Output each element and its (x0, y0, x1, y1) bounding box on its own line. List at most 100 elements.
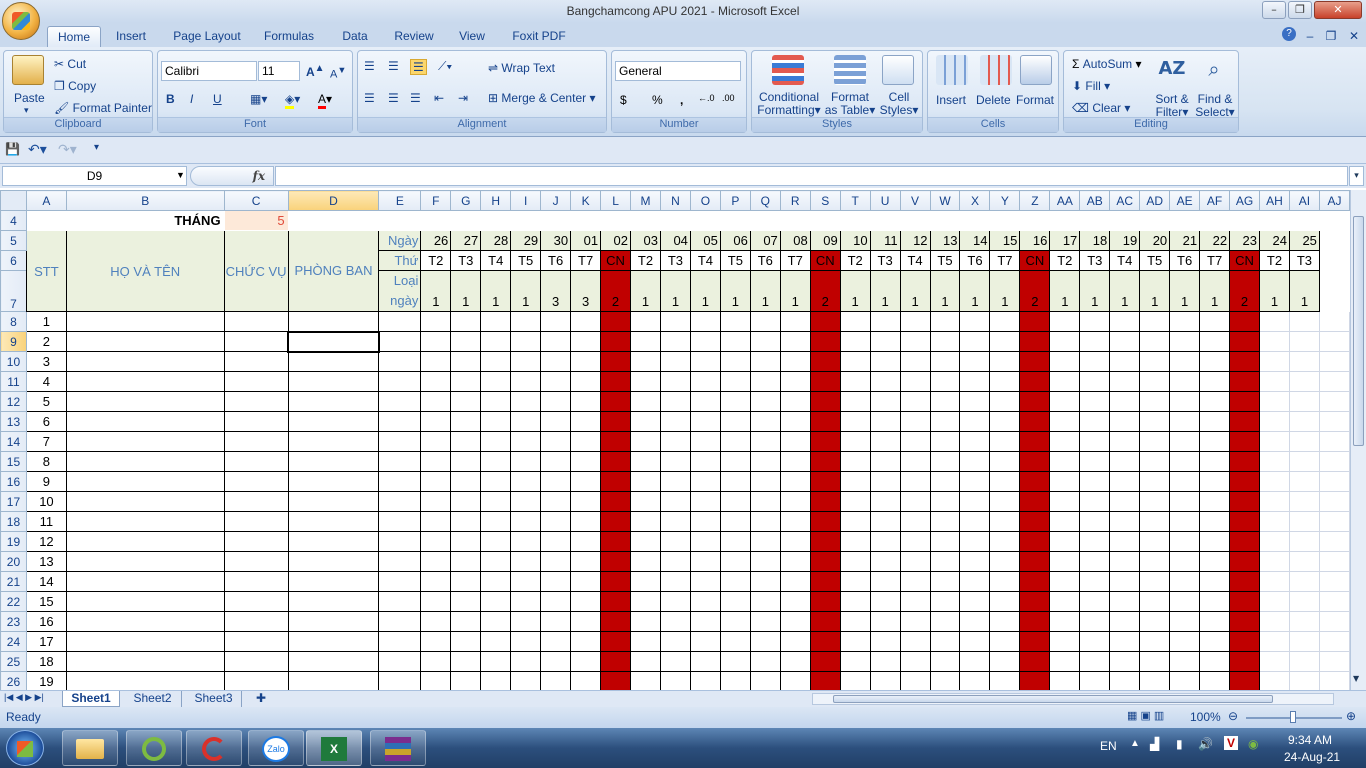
position-cell[interactable] (223, 551, 289, 572)
cell[interactable] (378, 491, 422, 512)
attendance-cell[interactable] (779, 611, 811, 632)
attendance-cell[interactable] (630, 331, 661, 352)
language-indicator[interactable]: EN (1100, 739, 1117, 753)
attendance-cell[interactable] (510, 491, 542, 512)
attendance-cell[interactable] (1199, 431, 1231, 452)
tab-foxit-pdf[interactable]: Foxit PDF (506, 26, 572, 47)
attendance-cell[interactable] (1169, 551, 1201, 572)
department-cell[interactable] (287, 311, 380, 332)
column-header-z[interactable]: Z (1019, 190, 1051, 211)
attendance-cell[interactable] (839, 411, 871, 432)
attendance-cell[interactable] (480, 651, 512, 672)
attendance-cell[interactable] (450, 351, 482, 372)
attendance-cell[interactable] (1229, 651, 1261, 672)
cell[interactable] (1288, 210, 1320, 231)
cell[interactable] (378, 311, 422, 332)
attendance-cell[interactable] (1199, 651, 1231, 672)
column-header-u[interactable]: U (869, 190, 901, 211)
weekday-label[interactable]: T4 (480, 250, 512, 271)
cell[interactable] (378, 331, 422, 352)
cell[interactable] (378, 611, 422, 632)
attendance-cell[interactable] (989, 411, 1021, 432)
attendance-cell[interactable] (480, 371, 512, 392)
attendance-cell[interactable] (1288, 391, 1320, 412)
attendance-cell[interactable] (989, 651, 1021, 672)
attendance-cell[interactable] (1049, 431, 1081, 452)
column-header-ah[interactable]: AH (1259, 190, 1290, 211)
comma-button[interactable]: , (680, 93, 683, 107)
header-weekday[interactable]: Thứ (378, 250, 422, 271)
attendance-cell[interactable] (480, 411, 512, 432)
attendance-cell[interactable] (1229, 611, 1261, 632)
attendance-cell[interactable] (420, 371, 452, 392)
attendance-cell[interactable] (1049, 511, 1081, 532)
row-header[interactable]: 22 (0, 591, 27, 612)
attendance-cell[interactable] (480, 491, 512, 512)
attendance-cell[interactable] (540, 431, 572, 452)
day-type-value[interactable]: 1 (1139, 270, 1171, 312)
position-cell[interactable] (223, 411, 289, 432)
paste-dropdown-icon[interactable]: ▾ (24, 105, 29, 116)
attendance-cell[interactable] (1139, 511, 1171, 532)
attendance-cell[interactable] (510, 451, 542, 472)
attendance-cell[interactable] (1139, 551, 1171, 572)
name-cell[interactable] (65, 671, 225, 690)
ribbon-restore-button[interactable]: ❐ (1324, 26, 1338, 47)
attendance-cell[interactable] (540, 511, 572, 532)
attendance-cell[interactable] (450, 391, 482, 412)
cell[interactable] (929, 210, 961, 231)
attendance-cell[interactable] (959, 351, 991, 372)
attendance-cell[interactable] (420, 531, 452, 552)
cell[interactable] (1318, 210, 1350, 231)
position-cell[interactable] (223, 371, 289, 392)
column-header-k[interactable]: K (570, 190, 602, 211)
attendance-cell[interactable] (929, 491, 961, 512)
attendance-cell[interactable] (899, 471, 931, 492)
attendance-cell[interactable] (929, 351, 961, 372)
attendance-cell[interactable] (869, 591, 901, 612)
attendance-cell[interactable] (1139, 451, 1171, 472)
attendance-cell[interactable] (899, 631, 931, 652)
attendance-cell[interactable] (1199, 531, 1231, 552)
minimize-button[interactable]: – (1262, 1, 1286, 19)
attendance-cell[interactable] (659, 671, 691, 690)
day-type-value[interactable]: 2 (1229, 270, 1261, 312)
attendance-cell[interactable] (689, 671, 721, 690)
day-type-value[interactable]: 1 (450, 270, 482, 312)
attendance-cell[interactable] (1169, 631, 1201, 652)
taskbar-zalo[interactable]: Zalo (248, 730, 304, 766)
column-header-m[interactable]: M (630, 190, 661, 211)
attendance-cell[interactable] (570, 411, 602, 432)
attendance-cell[interactable] (1169, 611, 1201, 632)
department-cell[interactable] (287, 411, 380, 432)
attendance-cell[interactable] (1049, 391, 1081, 412)
maximize-button[interactable]: ❐ (1288, 1, 1312, 19)
day-number[interactable]: 15 (989, 230, 1021, 251)
attendance-cell[interactable] (1199, 331, 1231, 352)
attendance-cell[interactable] (1139, 371, 1171, 392)
attendance-cell[interactable] (839, 591, 871, 612)
attendance-cell[interactable] (1109, 571, 1141, 592)
align-bottom-icon[interactable]: ☰ (410, 59, 427, 75)
attendance-cell[interactable] (1139, 471, 1171, 492)
cell[interactable] (1318, 491, 1350, 512)
attendance-cell[interactable] (1019, 391, 1051, 412)
row-header[interactable]: 5 (0, 230, 27, 251)
day-type-value[interactable]: 2 (1019, 270, 1051, 312)
row-header[interactable]: 7 (0, 270, 27, 312)
attendance-cell[interactable] (929, 451, 961, 472)
column-header-o[interactable]: O (689, 190, 721, 211)
insert-function-button[interactable]: fx (190, 166, 274, 186)
day-type-value[interactable]: 1 (420, 270, 452, 312)
attendance-cell[interactable] (1259, 331, 1290, 352)
attendance-cell[interactable] (540, 451, 572, 472)
attendance-cell[interactable] (689, 331, 721, 352)
cell[interactable] (1318, 511, 1350, 532)
attendance-cell[interactable] (510, 551, 542, 572)
attendance-cell[interactable] (839, 571, 871, 592)
header-day[interactable]: Ngày (378, 230, 422, 251)
weekday-label[interactable]: T3 (659, 250, 691, 271)
attendance-cell[interactable] (1019, 651, 1051, 672)
attendance-cell[interactable] (1169, 411, 1201, 432)
attendance-cell[interactable] (899, 351, 931, 372)
